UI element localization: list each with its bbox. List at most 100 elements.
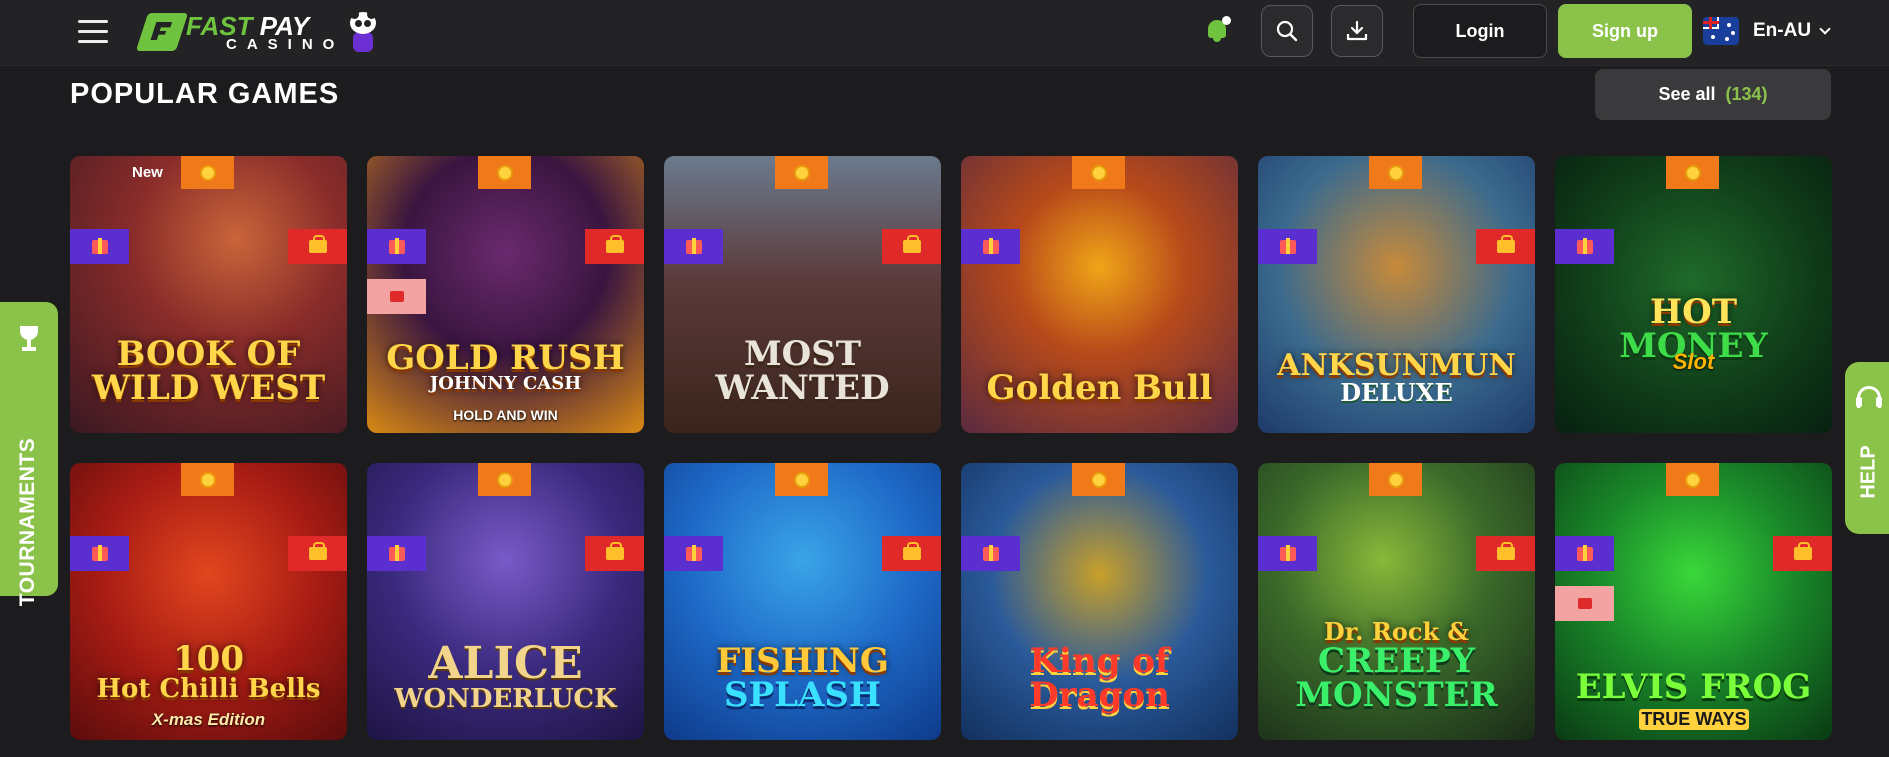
game-title: MOST WANTED (715, 334, 890, 408)
drops-icon (1577, 598, 1592, 609)
shop-badge (882, 229, 941, 264)
logo-mark-icon (135, 13, 189, 51)
game-card[interactable]: GOLD RUSH JOHNNY CASH HOLD AND WIN (367, 156, 644, 433)
bonus-badge (775, 156, 828, 189)
bag-icon (902, 235, 921, 253)
gift-badge (961, 229, 1020, 264)
help-tab[interactable]: HELP (1845, 362, 1889, 534)
game-card[interactable]: King of Dragon (961, 463, 1238, 740)
coin-icon (1684, 164, 1701, 181)
coin-icon (1090, 471, 1107, 488)
bag-icon (308, 235, 327, 253)
gift-badge (70, 536, 129, 571)
shop-badge (288, 536, 347, 571)
game-title: Golden Bull (986, 368, 1213, 408)
bonus-badge (1072, 156, 1125, 189)
bonus-badge (1072, 463, 1125, 496)
bonus-badge (181, 463, 234, 496)
bonus-badge (478, 463, 531, 496)
bonus-badge (1369, 156, 1422, 189)
game-card[interactable]: MOST WANTED (664, 156, 941, 433)
gift-badge (1258, 229, 1317, 264)
see-all-button[interactable]: See all (134) (1595, 69, 1831, 120)
gift-badge (664, 229, 723, 264)
bag-icon (902, 542, 921, 560)
coin-icon (496, 164, 513, 181)
see-all-count: (134) (1725, 84, 1768, 104)
logo-text-casino: CASINO (226, 35, 345, 53)
gift-icon (1279, 544, 1296, 561)
menu-icon[interactable] (78, 20, 108, 44)
game-title: GOLD RUSH JOHNNY CASH (386, 338, 625, 394)
bonus-badge (1666, 156, 1719, 189)
shop-badge (585, 229, 644, 264)
bag-icon (605, 235, 624, 253)
game-title: 100 Hot Chilli Bells (96, 639, 321, 704)
gift-badge (367, 229, 426, 264)
bag-icon (1496, 235, 1515, 253)
gift-badge (664, 536, 723, 571)
game-card[interactable]: Dr. Rock & CREEPY MONSTER (1258, 463, 1535, 740)
game-title: Dr. Rock & CREEPY MONSTER (1295, 617, 1498, 715)
coin-icon (496, 471, 513, 488)
language-selector[interactable]: En-AU (1703, 14, 1831, 48)
login-button[interactable]: Login (1413, 4, 1547, 58)
signup-button[interactable]: Sign up (1558, 4, 1692, 58)
panda-mascot-icon (350, 10, 377, 54)
game-title: BOOK OF WILD WEST (91, 334, 326, 408)
gift-badge (70, 229, 129, 264)
game-subtitle: TRUE WAYS (1639, 709, 1749, 730)
download-icon (1346, 20, 1368, 41)
game-card[interactable]: HOT MONEY Slot (1555, 156, 1832, 433)
gift-badge (961, 536, 1020, 571)
top-header: FAST PAY CASINO Login Sign up En-AU (0, 0, 1889, 66)
game-card[interactable]: 100 Hot Chilli Bells X-mas Edition (70, 463, 347, 740)
shop-badge (1476, 536, 1535, 571)
coin-icon (1090, 164, 1107, 181)
game-subtitle: HOLD AND WIN (453, 407, 558, 423)
games-grid: New BOOK OF WILD WEST GOLD RUSH JOHNNY CAS… (70, 156, 1832, 740)
game-title: ELVIS FROG (1575, 667, 1812, 707)
bag-icon (308, 542, 327, 560)
game-title: ANKSUNMUN DELUXE (1277, 348, 1516, 407)
search-icon (1276, 20, 1298, 42)
gift-icon (982, 544, 999, 561)
shop-badge (288, 229, 347, 264)
game-title: King of Dragon (1029, 641, 1170, 715)
tournaments-tab[interactable]: TOURNAMENTS (0, 302, 58, 606)
see-all-label: See all (1658, 84, 1716, 104)
bonus-badge (478, 156, 531, 189)
shop-badge (1773, 536, 1832, 571)
coin-icon (793, 471, 810, 488)
game-subtitle: X-mas Edition (151, 710, 266, 729)
gift-badge (1258, 536, 1317, 571)
coin-icon (1387, 164, 1404, 181)
coin-icon (199, 164, 216, 181)
gift-icon (685, 237, 702, 254)
game-card[interactable]: Golden Bull (961, 156, 1238, 433)
download-button[interactable] (1331, 5, 1383, 57)
gift-icon (388, 237, 405, 254)
bag-icon (1496, 542, 1515, 560)
game-card[interactable]: New BOOK OF WILD WEST (70, 156, 347, 433)
site-logo[interactable]: FAST PAY CASINO (135, 6, 377, 58)
bag-icon (605, 542, 624, 560)
gift-icon (982, 237, 999, 254)
drops-badge (1555, 586, 1614, 621)
trophy-icon (17, 326, 41, 354)
notification-bell-icon[interactable] (1205, 16, 1231, 44)
tournaments-label: TOURNAMENTS (16, 437, 39, 607)
help-label: HELP (1857, 445, 1880, 499)
game-title: ALICE WONDERLUCK (394, 638, 617, 714)
gift-badge (1555, 536, 1614, 571)
chevron-down-icon (1819, 23, 1831, 35)
drops-badge (367, 279, 426, 314)
coin-icon (1684, 471, 1701, 488)
game-card[interactable]: ANKSUNMUN DELUXE (1258, 156, 1535, 433)
game-card[interactable]: FISHING SPLASH (664, 463, 941, 740)
game-card[interactable]: ELVIS FROG TRUE WAYS (1555, 463, 1832, 740)
game-card[interactable]: ALICE WONDERLUCK (367, 463, 644, 740)
shop-badge (882, 536, 941, 571)
gift-icon (388, 544, 405, 561)
search-button[interactable] (1261, 5, 1313, 57)
